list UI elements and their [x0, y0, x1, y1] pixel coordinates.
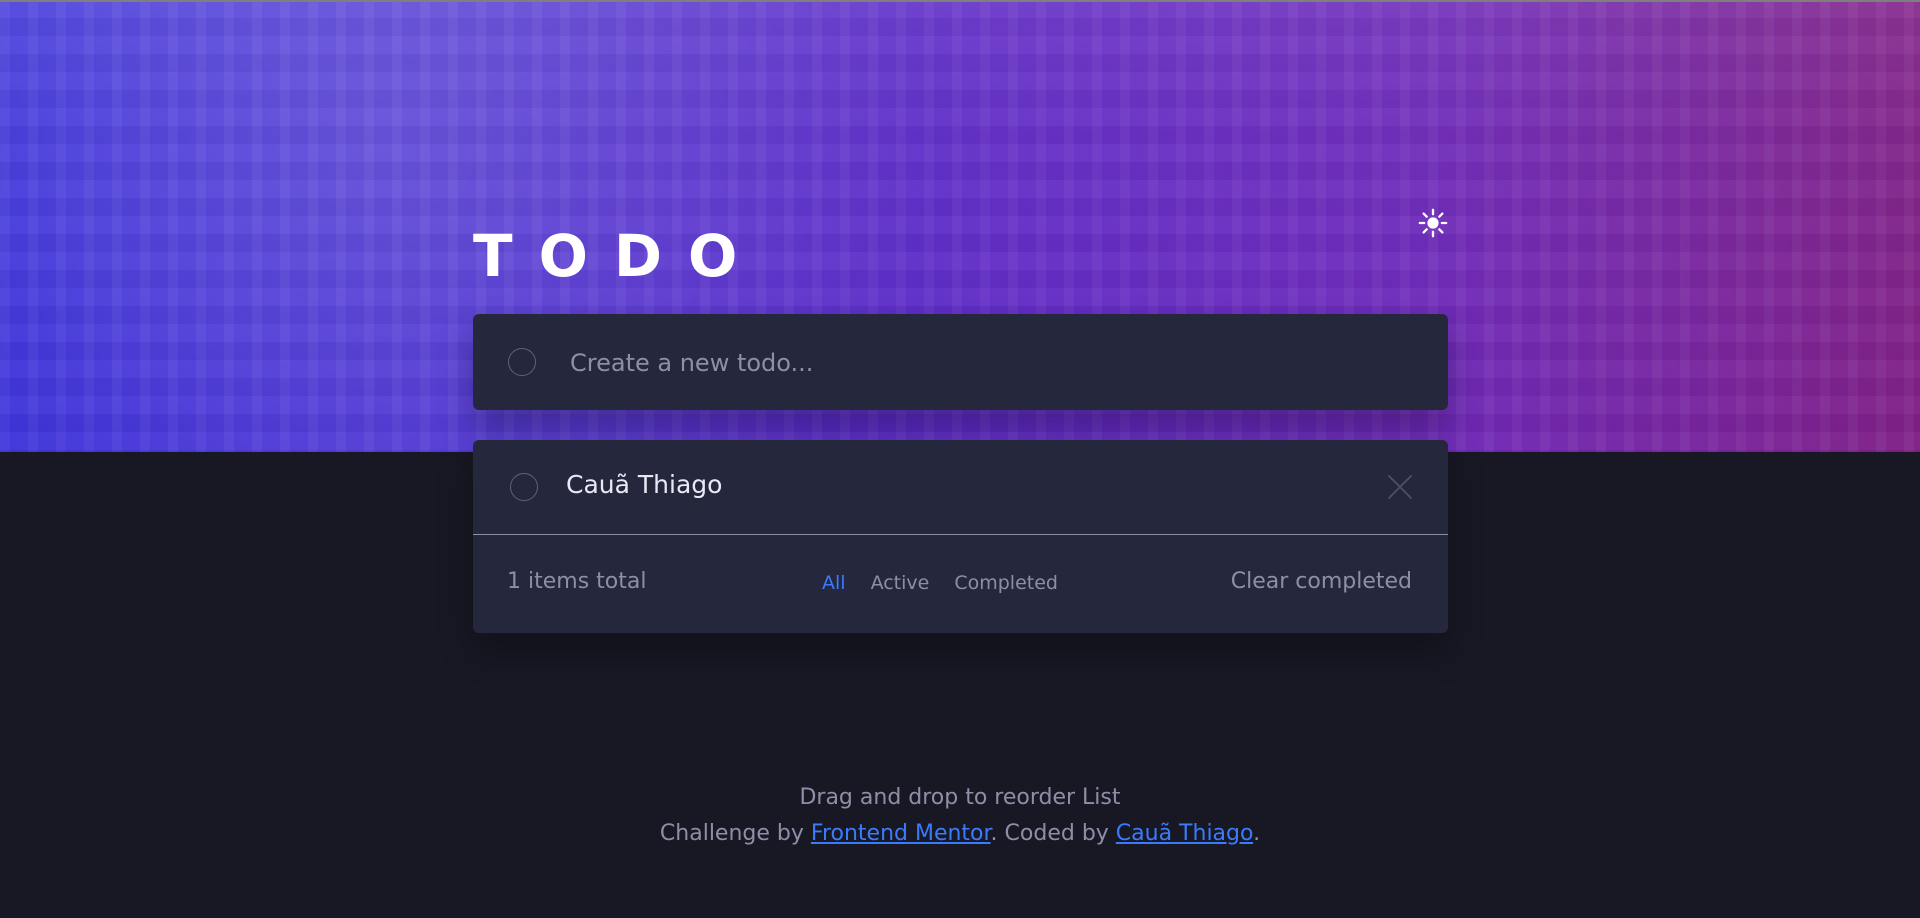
items-total-count: 1 items total — [507, 569, 647, 594]
drag-drop-hint: Drag and drop to reorder List — [799, 785, 1121, 810]
todo-list-footer: 1 items total All Active Completed Clear… — [473, 535, 1448, 633]
delete-todo-button[interactable] — [1387, 474, 1413, 500]
frontend-mentor-link[interactable]: Frontend Mentor — [811, 821, 991, 846]
new-todo-input[interactable] — [568, 338, 1392, 388]
page-title: TODO — [473, 221, 764, 290]
author-link[interactable]: Cauã Thiago — [1116, 821, 1253, 846]
todo-check-circle[interactable] — [510, 473, 538, 501]
attribution-middle: . Coded by — [990, 821, 1116, 846]
attribution-suffix: . — [1253, 821, 1261, 846]
todo-item[interactable]: Cauã Thiago — [473, 440, 1448, 535]
filter-all-tab[interactable]: All — [822, 569, 846, 597]
attribution-prefix: Challenge by — [659, 821, 811, 846]
top-divider — [0, 0, 1920, 2]
todo-list-card: Cauã Thiago 1 items total All Active Com… — [473, 440, 1448, 633]
attribution-line: Challenge by Frontend Mentor. Coded by C… — [0, 816, 1920, 852]
close-icon — [1388, 475, 1412, 499]
sun-icon — [1418, 208, 1448, 238]
new-todo-check-circle[interactable] — [508, 348, 536, 376]
filter-tabs: All Active Completed — [822, 569, 1058, 597]
theme-toggle-button[interactable] — [1416, 206, 1450, 240]
filter-completed-tab[interactable]: Completed — [954, 569, 1058, 597]
todo-item-label: Cauã Thiago — [566, 470, 723, 499]
filter-active-tab[interactable]: Active — [871, 569, 930, 597]
new-todo-card — [473, 314, 1448, 410]
todo-app-page: TODO Create a new todo... Cauã Thiago 1 … — [0, 0, 1920, 918]
attribution-footer: Drag and drop to reorder List Challenge … — [0, 780, 1920, 852]
clear-completed-button[interactable]: Clear completed — [1231, 567, 1412, 597]
